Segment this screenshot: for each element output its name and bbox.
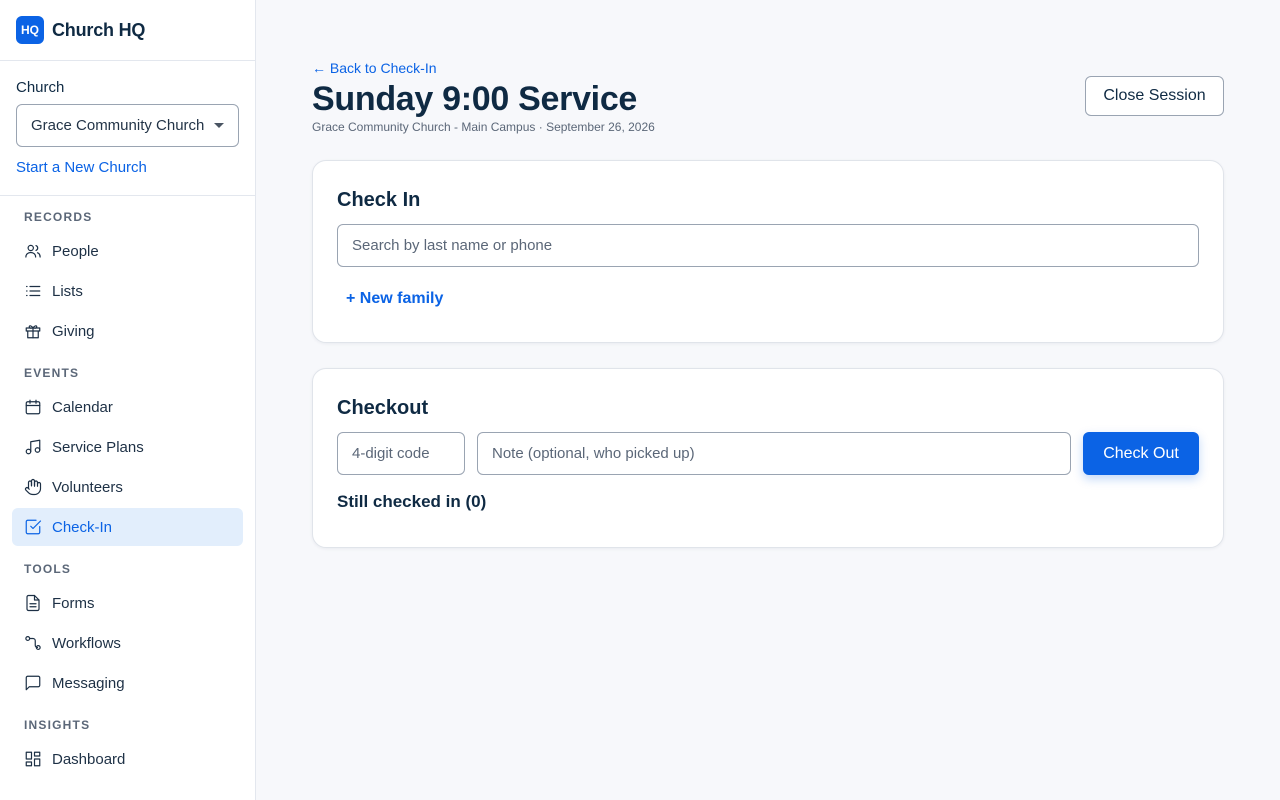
sidebar-item-giving[interactable]: Giving bbox=[12, 312, 243, 350]
sidebar-item-calendar[interactable]: Calendar bbox=[12, 388, 243, 426]
still-checked-in-heading: Still checked in (0) bbox=[337, 492, 487, 511]
church-select-value: Grace Community Church - Main Campus bbox=[31, 117, 206, 134]
gift-icon bbox=[24, 322, 42, 340]
sidebar-item-volunteers[interactable]: Volunteers bbox=[12, 468, 243, 506]
sidebar-item-forms[interactable]: Forms bbox=[12, 584, 243, 622]
calendar-icon bbox=[24, 398, 42, 416]
sidebar-item-label: Forms bbox=[52, 594, 95, 612]
back-to-check-in-link[interactable]: ← Back to Check-In bbox=[312, 60, 437, 76]
brand-logo: HQ bbox=[16, 16, 44, 44]
page-title: Sunday 9:00 Service bbox=[312, 80, 638, 118]
church-select[interactable]: Grace Community Church - Main Campus bbox=[16, 104, 239, 147]
checkout-title: Checkout bbox=[337, 397, 429, 419]
church-label: Church bbox=[16, 79, 65, 96]
nav-section-events: EVENTS bbox=[24, 366, 80, 380]
check-out-button[interactable]: Check Out bbox=[1083, 432, 1199, 475]
sidebar-item-messaging[interactable]: Messaging bbox=[12, 664, 243, 702]
document-icon bbox=[24, 594, 42, 612]
message-icon bbox=[24, 674, 42, 692]
sidebar-item-label: Service Plans bbox=[52, 438, 144, 456]
check-in-title: Check In bbox=[337, 189, 421, 211]
brand[interactable]: HQ Church HQ bbox=[0, 0, 255, 61]
search-input[interactable] bbox=[337, 224, 1199, 267]
music-icon bbox=[24, 438, 42, 456]
sidebar-item-label: Lists bbox=[52, 282, 83, 300]
sidebar-item-label: Messaging bbox=[52, 674, 125, 692]
workflow-icon bbox=[24, 634, 42, 652]
nav-section-insights: INSIGHTS bbox=[24, 718, 91, 732]
sidebar-item-lists[interactable]: Lists bbox=[12, 272, 243, 310]
dashboard-icon bbox=[24, 750, 42, 768]
sidebar-item-workflows[interactable]: Workflows bbox=[12, 624, 243, 662]
nav-section-records: RECORDS bbox=[24, 210, 93, 224]
church-selector-block: Church Grace Community Church - Main Cam… bbox=[0, 61, 255, 196]
sidebar: HQ Church HQ Church Grace Community Chur… bbox=[0, 0, 256, 800]
sidebar-nav: RECORDS People Lists Giving EVENTS Calen… bbox=[0, 196, 255, 778]
close-session-button[interactable]: Close Session bbox=[1085, 76, 1224, 116]
sidebar-item-label: People bbox=[52, 242, 99, 260]
sidebar-item-label: Giving bbox=[52, 322, 95, 340]
list-icon bbox=[24, 282, 42, 300]
sidebar-item-label: Volunteers bbox=[52, 478, 123, 496]
sidebar-item-label: Dashboard bbox=[52, 750, 126, 768]
sidebar-item-people[interactable]: People bbox=[12, 232, 243, 270]
chevron-down-icon bbox=[214, 123, 224, 128]
note-input[interactable] bbox=[477, 432, 1071, 475]
sidebar-item-label: Check-In bbox=[52, 518, 113, 536]
sidebar-item-service-plans[interactable]: Service Plans bbox=[12, 428, 243, 466]
nav-section-tools: TOOLS bbox=[24, 562, 72, 576]
new-family-link[interactable]: + New family bbox=[346, 290, 443, 308]
hand-icon bbox=[24, 478, 42, 496]
code-input[interactable] bbox=[337, 432, 465, 475]
page-subtitle: Grace Community Church - Main Campus · S… bbox=[312, 120, 655, 134]
check-square-icon bbox=[24, 518, 42, 536]
brand-name: Church HQ bbox=[52, 19, 146, 40]
sidebar-item-label: Calendar bbox=[52, 398, 113, 416]
start-new-church-link[interactable]: Start a New Church bbox=[16, 159, 239, 176]
check-in-card: Check In + New family bbox=[312, 160, 1224, 343]
checkout-card: Checkout Check Out Still checked in (0) bbox=[312, 368, 1224, 548]
people-icon bbox=[24, 242, 42, 260]
sidebar-item-check-in[interactable]: Check-In bbox=[12, 508, 243, 546]
sidebar-item-dashboard[interactable]: Dashboard bbox=[12, 740, 243, 778]
sidebar-item-label: Workflows bbox=[52, 634, 121, 652]
